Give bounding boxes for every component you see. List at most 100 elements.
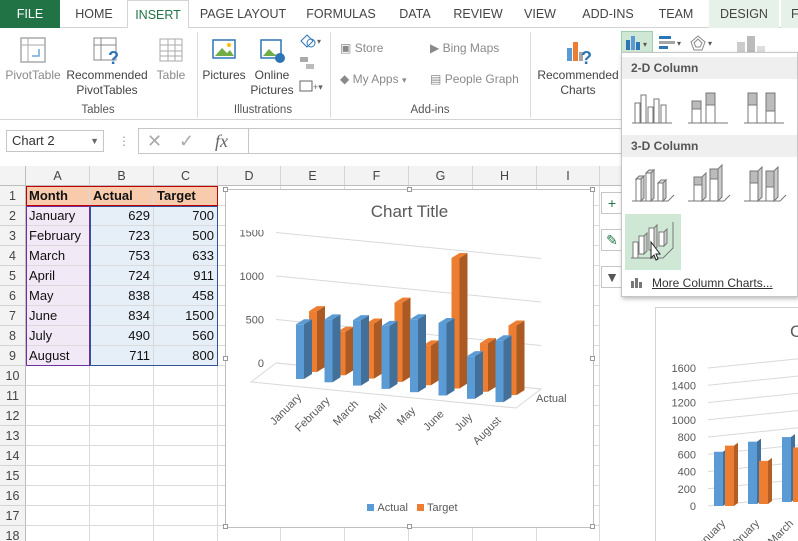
3d-stacked-column-option[interactable] xyxy=(684,161,732,209)
stacked-column-option[interactable] xyxy=(684,83,732,131)
cell-a4[interactable]: March xyxy=(26,246,90,266)
online-pictures-button[interactable]: Online Pictures xyxy=(248,34,296,98)
cell-c4[interactable]: 633 xyxy=(154,246,218,266)
tab-file[interactable]: FILE xyxy=(0,0,60,28)
cell-b12[interactable] xyxy=(90,406,154,426)
cell-c14[interactable] xyxy=(154,446,218,466)
cell-c15[interactable] xyxy=(154,466,218,486)
cell-b8[interactable]: 490 xyxy=(90,326,154,346)
name-box[interactable]: Chart 2 ▼ xyxy=(6,130,104,152)
cell-a14[interactable] xyxy=(26,446,90,466)
cell-c5[interactable]: 911 xyxy=(154,266,218,286)
row-header-12[interactable]: 12 xyxy=(0,406,26,426)
row-header-15[interactable]: 15 xyxy=(0,466,26,486)
tab-add-ins[interactable]: ADD-INS xyxy=(573,0,643,28)
tab-design[interactable]: DESIGN xyxy=(709,0,779,28)
my-apps-button[interactable]: ◆ My Apps ▾ xyxy=(340,72,406,86)
cell-b17[interactable] xyxy=(90,506,154,526)
cell-a2[interactable]: January xyxy=(26,206,90,226)
chart-legend[interactable]: Actual Target xyxy=(226,502,593,514)
cell-a7[interactable]: June xyxy=(26,306,90,326)
cell-b1[interactable]: Actual xyxy=(90,186,154,206)
tab-page-layout[interactable]: PAGE LAYOUT xyxy=(196,0,290,28)
tab-data[interactable]: DATA xyxy=(390,0,440,28)
row-header-1[interactable]: 1 xyxy=(0,186,26,206)
pictures-button[interactable]: Pictures xyxy=(201,34,247,83)
tab-format[interactable]: F xyxy=(781,0,798,28)
screenshot-button[interactable]: +▾ xyxy=(298,78,324,97)
cell-a18[interactable] xyxy=(26,526,90,541)
cell-a10[interactable] xyxy=(26,366,90,386)
resize-handle[interactable] xyxy=(223,187,228,192)
cell-c2[interactable]: 700 xyxy=(154,206,218,226)
resize-handle[interactable] xyxy=(407,187,412,192)
resize-handle[interactable] xyxy=(223,356,228,361)
cell-c8[interactable]: 560 xyxy=(154,326,218,346)
cell-a13[interactable] xyxy=(26,426,90,446)
second-chart[interactable]: C 0 200 400 600 800 1000 1200 1400 1600 January Fe… xyxy=(655,307,798,541)
cell-a17[interactable] xyxy=(26,506,90,526)
row-header-16[interactable]: 16 xyxy=(0,486,26,506)
row-header-10[interactable]: 10 xyxy=(0,366,26,386)
cell-b18[interactable] xyxy=(90,526,154,541)
recommended-charts-button[interactable]: ? Recommended Charts xyxy=(534,34,622,98)
smartart-button[interactable] xyxy=(298,55,318,74)
cell-c6[interactable]: 458 xyxy=(154,286,218,306)
row-header-5[interactable]: 5 xyxy=(0,266,26,286)
cell-c11[interactable] xyxy=(154,386,218,406)
cell-c3[interactable]: 500 xyxy=(154,226,218,246)
enter-icon[interactable]: ✓ xyxy=(179,131,194,152)
tab-review[interactable]: REVIEW xyxy=(449,0,507,28)
cell-b10[interactable] xyxy=(90,366,154,386)
embedded-chart[interactable]: Chart Title 0 500 1000 1500 Actual January Feb… xyxy=(223,187,595,529)
recommended-pivottables-button[interactable]: ? Recommended PivotTables xyxy=(64,34,150,98)
tab-insert[interactable]: INSERT xyxy=(127,0,189,29)
row-header-14[interactable]: 14 xyxy=(0,446,26,466)
row-header-11[interactable]: 11 xyxy=(0,386,26,406)
select-all-corner[interactable] xyxy=(0,166,26,186)
column-header-f[interactable]: F xyxy=(345,166,409,186)
cell-b14[interactable] xyxy=(90,446,154,466)
resize-handle[interactable] xyxy=(407,524,412,529)
chart-title[interactable]: Chart Title xyxy=(226,202,593,222)
column-header-g[interactable]: G xyxy=(409,166,473,186)
chart-elements-button[interactable]: + xyxy=(601,192,623,214)
tab-view[interactable]: VIEW xyxy=(518,0,562,28)
column-header-c[interactable]: C xyxy=(154,166,218,186)
row-header-9[interactable]: 9 xyxy=(0,346,26,366)
cell-c18[interactable] xyxy=(154,526,218,541)
cell-b6[interactable]: 838 xyxy=(90,286,154,306)
cell-a5[interactable]: April xyxy=(26,266,90,286)
tab-home[interactable]: HOME xyxy=(64,0,124,28)
cell-c13[interactable] xyxy=(154,426,218,446)
tab-formulas[interactable]: FORMULAS xyxy=(300,0,382,28)
cell-a1[interactable]: Month xyxy=(26,186,90,206)
store-button[interactable]: ▣ Store xyxy=(340,41,383,55)
cell-b3[interactable]: 723 xyxy=(90,226,154,246)
column-header-h[interactable]: H xyxy=(473,166,537,186)
people-graph-button[interactable]: ▤ People Graph xyxy=(430,72,519,86)
cell-a15[interactable] xyxy=(26,466,90,486)
column-header-d[interactable]: D xyxy=(218,166,281,186)
row-header-18[interactable]: 18 xyxy=(0,526,26,541)
cell-b15[interactable] xyxy=(90,466,154,486)
second-chart-plot-area[interactable]: 0 200 400 600 800 1000 1200 1400 1600 JanuaryFebr… xyxy=(656,308,798,541)
percent-stacked-column-option[interactable] xyxy=(740,83,788,131)
chart-styles-button[interactable]: ✎ xyxy=(601,229,623,251)
pivottable-button[interactable]: PivotTable xyxy=(4,34,62,83)
cell-b11[interactable] xyxy=(90,386,154,406)
shapes-button[interactable]: ▾ xyxy=(298,32,324,53)
cell-b16[interactable] xyxy=(90,486,154,506)
chart-filters-button[interactable]: ▼ xyxy=(601,266,623,288)
table-button[interactable]: Table xyxy=(151,34,191,83)
cancel-icon[interactable]: ✕ xyxy=(147,131,162,152)
cell-b7[interactable]: 834 xyxy=(90,306,154,326)
cell-b5[interactable]: 724 xyxy=(90,266,154,286)
resize-handle[interactable] xyxy=(223,524,228,529)
3d-percent-stacked-column-option[interactable] xyxy=(740,161,788,209)
cell-b9[interactable]: 711 xyxy=(90,346,154,366)
3d-clustered-column-option[interactable] xyxy=(628,161,676,209)
cell-c12[interactable] xyxy=(154,406,218,426)
row-header-4[interactable]: 4 xyxy=(0,246,26,266)
bing-maps-button[interactable]: ▶ Bing Maps xyxy=(430,41,499,55)
